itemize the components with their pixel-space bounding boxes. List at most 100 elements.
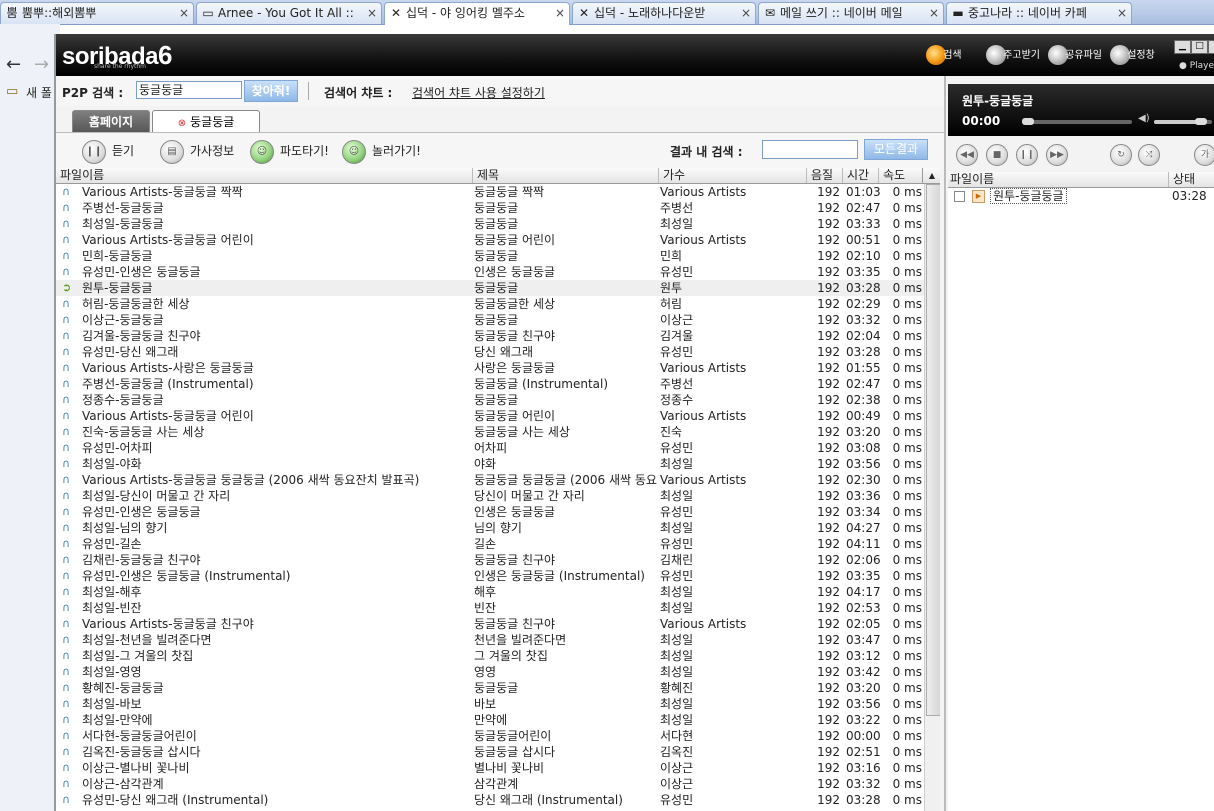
column-header-title[interactable]: 제목	[472, 168, 658, 183]
table-row[interactable]: ∩ Various Artists-사랑은 둥글둥글 사랑은 둥글둥글 Various…	[56, 360, 924, 376]
progress-slider[interactable]	[1022, 118, 1132, 125]
back-arrow-icon[interactable]: ←	[6, 54, 21, 75]
table-row[interactable]: ∩ 정종수-둥글둥글 둥글둥글 정종수 192 02:38 0 ms	[56, 392, 924, 408]
table-row[interactable]: ∩ 최성일-둥글둥글 둥글둥글 최성일 192 03:33 0 ms	[56, 216, 924, 232]
column-header-speed[interactable]: 속도	[878, 168, 922, 183]
pause-icon[interactable]: ❙❙	[1016, 144, 1038, 166]
column-header-quality[interactable]: 음질	[806, 168, 842, 183]
column-header-filename[interactable]: 파일이름	[56, 168, 472, 183]
table-row[interactable]: ∩ 주병선-둥글둥글 (Instrumental) 둥글둥글 (Instrument…	[56, 376, 924, 392]
tab-search-result[interactable]: ⊗ 둥글둥글	[152, 110, 260, 133]
rewind-icon[interactable]: ◀◀	[956, 144, 978, 166]
table-row[interactable]: ∩ 김겨울-둥글둥글 친구야 둥글둥글 친구야 김겨울 192 02:04 0 ms	[56, 328, 924, 344]
table-row[interactable]: ∩ 허림-둥글둥글한 세상 둥글둥글한 세상 허림 192 02:29 0 ms	[56, 296, 924, 312]
tab-close-icon[interactable]: ×	[555, 3, 565, 23]
table-row[interactable]: ∩ 김옥진-둥글둥글 삽시다 둥글둥글 삽시다 김옥진 192 02:51 0 ms	[56, 744, 924, 760]
table-row[interactable]: ∩ 최성일-빈잔 빈잔 최성일 192 02:53 0 ms	[56, 600, 924, 616]
table-row[interactable]: ∩ 유성민-인생은 둥글둥글 인생은 둥글둥글 유성민 192 03:35 0 ms	[56, 264, 924, 280]
column-header-time[interactable]: 시간	[842, 168, 878, 183]
search-chart-settings-link[interactable]: 검색어 챠트 사용 설정하기	[412, 84, 545, 101]
tab-homepage[interactable]: 홈페이지	[72, 110, 150, 133]
table-row[interactable]: ∩ 최성일-영영 영영 최성일 192 03:42 0 ms	[56, 664, 924, 680]
tab-close-icon[interactable]: ×	[929, 3, 939, 23]
table-row[interactable]: ∩ 최성일-천년을 빌려준다면 천년을 빌려준다면 최성일 192 03:47 0 ms	[56, 632, 924, 648]
table-row[interactable]: ∩ 이상근-삼각관계 삼각관계 이상근 192 03:32 0 ms	[56, 776, 924, 792]
browser-tab[interactable]: ✉ 메일 쓰기 :: 네이버 메일 ×	[758, 2, 944, 24]
table-row[interactable]: ∩ 주병선-둥글둥글 둥글둥글 주병선 192 02:47 0 ms	[56, 200, 924, 216]
player-toggle-label[interactable]: ● Playe	[1179, 61, 1214, 71]
table-row[interactable]: ∩ 최성일-님의 향기 님의 향기 최성일 192 04:27 0 ms	[56, 520, 924, 536]
table-row[interactable]: ∩ 유성민-길손 길손 유성민 192 04:11 0 ms	[56, 536, 924, 552]
scroll-up-arrow-icon[interactable]: ▲	[922, 168, 940, 183]
browser-tab[interactable]: ▬ 중고나라 :: 네이버 카페 ×	[946, 2, 1132, 24]
tab-close-icon[interactable]: ×	[1117, 3, 1127, 23]
volume-knob[interactable]	[1195, 118, 1208, 125]
listen-button[interactable]: ❙❙ 듣기	[82, 139, 134, 164]
table-row[interactable]: ∩ 이상근-별나비 꽃나비 별나비 꽃나비 이상근 192 03:16 0 ms	[56, 760, 924, 776]
lyrics-button[interactable]: ▤ 가사정보	[160, 139, 234, 164]
table-row[interactable]: ∩ 이상근-둥글둥글 둥글둥글 이상근 192 03:32 0 ms	[56, 312, 924, 328]
browser-tab[interactable]: 뿜 뿜뿌::해외뽐뿌 ×	[0, 2, 194, 24]
table-row[interactable]: ∩ 최성일-바보 바보 최성일 192 03:56 0 ms	[56, 696, 924, 712]
playlist-item[interactable]: ▶ 원투-둥글둥글 03:28	[948, 188, 1214, 204]
table-row[interactable]: ∩ 유성민-당신 왜그래 당신 왜그래 유성민 192 03:28 0 ms	[56, 344, 924, 360]
table-row[interactable]: ∩ Various Artists-둥글둥글 어린이 둥글둥글 어린이 Various…	[56, 408, 924, 424]
scrollbar-thumb[interactable]	[926, 184, 940, 716]
table-row[interactable]: ∩ 서다현-둥글둥글어린이 둥글둥글어린이 서다현 192 00:00 0 ms	[56, 728, 924, 744]
table-row[interactable]: ∩ 최성일-당신이 머물고 간 자리 당신이 머물고 간 자리 최성일 192 03:36…	[56, 488, 924, 504]
shared-files-top-button[interactable]: 공유파일	[1048, 44, 1102, 68]
shuffle-icon[interactable]: ⤨	[1138, 144, 1160, 166]
tab-close-icon[interactable]: ×	[367, 3, 377, 23]
forward-arrow-icon[interactable]: →	[34, 54, 49, 75]
bookmark-folder-icon[interactable]: ▭	[6, 84, 18, 99]
table-row[interactable]: ∩ 최성일-해후 해후 최성일 192 04:17 0 ms	[56, 584, 924, 600]
search-in-results-input[interactable]	[762, 140, 858, 159]
close-tab-icon[interactable]: ⊗	[178, 118, 186, 129]
lyrics-toggle-icon[interactable]: 가	[1194, 144, 1214, 166]
find-button[interactable]: 찾아줘!	[244, 80, 298, 102]
table-row[interactable]: ∩ Various Artists-둥글둥글 친구야 둥글둥글 친구야 Various…	[56, 616, 924, 632]
table-row[interactable]: ∩ 황혜진-둥글둥글 둥글둥글 황혜진 192 03:20 0 ms	[56, 680, 924, 696]
table-row[interactable]: ∩ 진숙-둥글둥글 사는 세상 둥글둥글 사는 세상 진숙 192 03:20 0 ms	[56, 424, 924, 440]
browser-tab[interactable]: ▭ Arnee - You Got It All :: ×	[196, 2, 382, 24]
table-row[interactable]: ∩ 민희-둥글둥글 둥글둥글 민희 192 02:10 0 ms	[56, 248, 924, 264]
vertical-scrollbar[interactable]	[924, 184, 940, 811]
close-button[interactable]	[1208, 40, 1214, 54]
search-top-button[interactable]: 검색	[926, 44, 962, 68]
table-row[interactable]: ∩ Various Artists-둥글둥글 어린이 둥글둥글 어린이 Various…	[56, 232, 924, 248]
maximize-button[interactable]: □	[1191, 40, 1208, 54]
receive-top-button[interactable]: 주고받기	[986, 44, 1040, 68]
fast-forward-icon[interactable]: ▶▶	[1046, 144, 1068, 166]
table-row[interactable]: ∩ 최성일-야화 야화 최성일 192 03:56 0 ms	[56, 456, 924, 472]
table-row[interactable]: ∩ 유성민-어차피 어차피 유성민 192 03:08 0 ms	[56, 440, 924, 456]
bookmark-folder-label[interactable]: 새 폴	[26, 84, 52, 101]
table-row[interactable]: ∩ 최성일-그 겨울의 찻집 그 겨울의 찻집 최성일 192 03:12 0 ms	[56, 648, 924, 664]
table-row[interactable]: ➲ 원투-둥글둥글 둥글둥글 원투 192 03:28 0 ms	[56, 280, 924, 296]
all-results-button[interactable]: 모든결과	[864, 139, 928, 160]
playlist-column-filename[interactable]: 파일이름	[950, 172, 994, 187]
table-row[interactable]: ∩ 유성민-인생은 둥글둥글 인생은 둥글둥글 유성민 192 03:34 0 ms	[56, 504, 924, 520]
p2p-search-input[interactable]: 둥글둥글	[136, 81, 242, 99]
table-row[interactable]: ∩ 김채린-둥글둥글 친구야 둥글둥글 친구야 김채린 192 02:06 0 ms	[56, 552, 924, 568]
wave-button[interactable]: ☺ 파도타기!	[250, 139, 329, 164]
progress-knob[interactable]	[1022, 118, 1034, 125]
table-row[interactable]: ∩ 유성민-당신 왜그래 (Instrumental) 당신 왜그래 (Instru…	[56, 792, 924, 808]
table-row[interactable]: ∩ 최성일-만약에 만약에 최성일 192 03:22 0 ms	[56, 712, 924, 728]
minimize-button[interactable]: ▁	[1174, 40, 1191, 54]
tab-close-icon[interactable]: ×	[741, 3, 751, 23]
settings-top-button[interactable]: 설정창	[1110, 44, 1155, 68]
visit-button[interactable]: ☺ 놀러가기!	[342, 139, 421, 164]
table-row[interactable]: ∩ Various Artists-둥글둥글 둥글둥글 (2006 새싹 동요잔치…	[56, 472, 924, 488]
row-time: 03:34	[846, 505, 881, 519]
table-row[interactable]: ∩ Various Artists-둥글둥글 짝짝 둥글둥글 짝짝 Various A…	[56, 184, 924, 200]
volume-slider[interactable]	[1154, 118, 1212, 125]
browser-tab[interactable]: ✕ 십덕 - 야 잉어킹 멜주소 ×	[384, 2, 570, 25]
column-header-artist[interactable]: 가수	[658, 168, 806, 183]
playlist-column-status[interactable]: 상태	[1168, 172, 1214, 187]
browser-tab[interactable]: ✕ 십덕 - 노래하나다운받 ×	[572, 2, 756, 24]
table-row[interactable]: ∩ 유성민-인생은 둥글둥글 (Instrumental) 인생은 둥글둥글 (In…	[56, 568, 924, 584]
tab-close-icon[interactable]: ×	[179, 3, 189, 23]
playlist-item-checkbox[interactable]	[954, 191, 965, 202]
stop-icon[interactable]: ■	[986, 144, 1008, 166]
repeat-icon[interactable]: ↻	[1110, 144, 1132, 166]
